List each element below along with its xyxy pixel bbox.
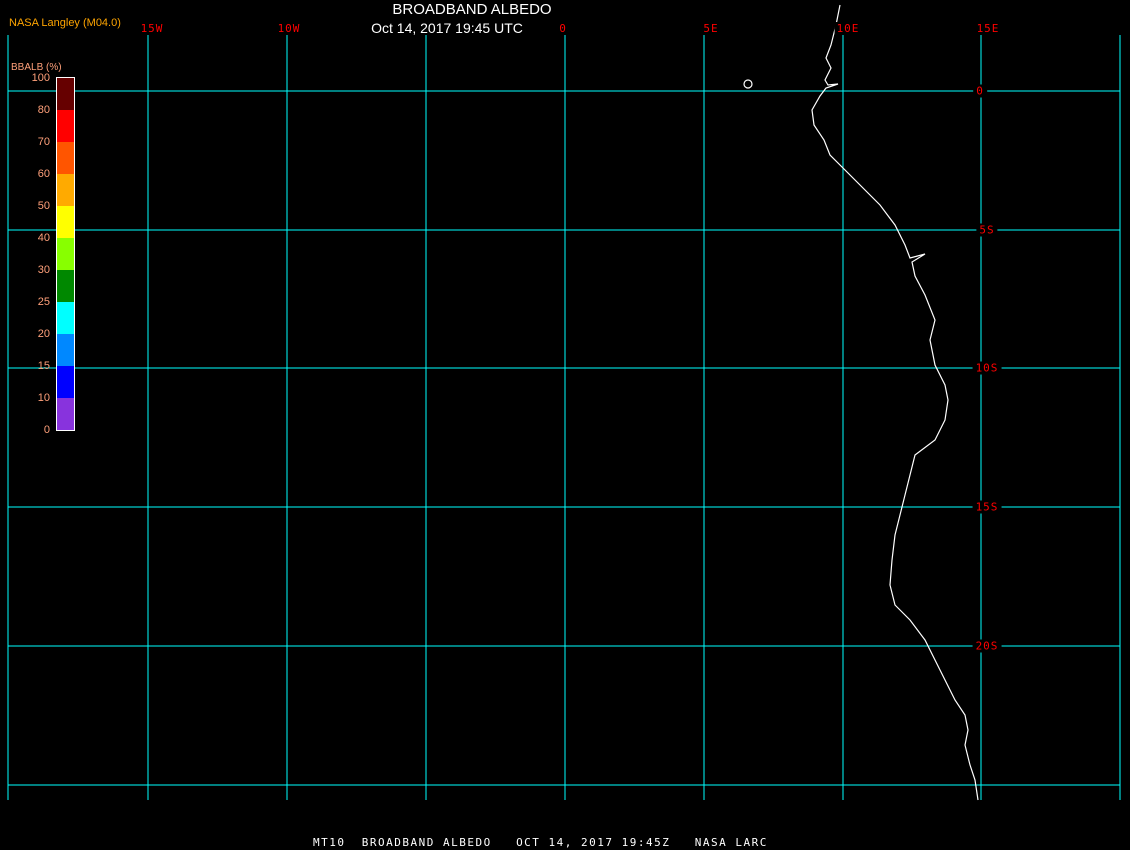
colorbar-tick: 20	[37, 328, 50, 340]
colorbar-tick: 15	[37, 360, 50, 372]
colorbar-tick: 40	[37, 232, 50, 244]
lat-label: 15S	[972, 500, 1002, 514]
colorbar-segment	[57, 334, 74, 366]
colorbar-tick: 0	[43, 424, 50, 436]
lon-label: 0	[557, 22, 569, 35]
colorbar-tick: 70	[37, 136, 50, 148]
colorbar-tick: 50	[37, 200, 50, 212]
colorbar	[56, 77, 75, 431]
footer-caption: MT10 BROADBAND ALBEDO OCT 14, 2017 19:45…	[313, 836, 768, 849]
lon-label: 5E	[701, 22, 721, 35]
island	[743, 79, 753, 89]
lat-label: 0	[973, 84, 987, 98]
map-title: BROADBAND ALBEDO	[392, 1, 552, 18]
colorbar-tick: 25	[37, 296, 50, 308]
colorbar-tick: 60	[37, 168, 50, 180]
coastline	[811, 4, 979, 801]
lat-label: 5S	[976, 223, 998, 237]
colorbar-segment	[57, 366, 74, 398]
lat-label: 20S	[972, 639, 1002, 653]
credit-label: NASA Langley (M04.0)	[9, 17, 121, 29]
colorbar-segment	[57, 174, 74, 206]
colorbar-segment	[57, 110, 74, 142]
lon-label: 10E	[834, 22, 862, 35]
colorbar-segment	[57, 238, 74, 270]
colorbar-segment	[57, 78, 74, 110]
lon-label: 15E	[974, 22, 1002, 35]
colorbar-segment	[57, 270, 74, 302]
colorbar-segment	[57, 302, 74, 334]
lon-label: 15W	[138, 22, 166, 35]
colorbar-tick: 100	[31, 72, 50, 84]
map-canvas	[7, 4, 1121, 801]
graticule	[7, 35, 1121, 800]
colorbar-tick: 10	[37, 392, 50, 404]
colorbar-tick: 80	[37, 104, 50, 116]
colorbar-segment	[57, 206, 74, 238]
lat-label: 10S	[972, 361, 1002, 375]
lon-label: 10W	[275, 22, 303, 35]
colorbar-segment	[57, 142, 74, 174]
map-datetime: Oct 14, 2017 19:45 UTC	[371, 20, 523, 36]
colorbar-segment	[57, 398, 74, 430]
colorbar-tick: 30	[37, 264, 50, 276]
